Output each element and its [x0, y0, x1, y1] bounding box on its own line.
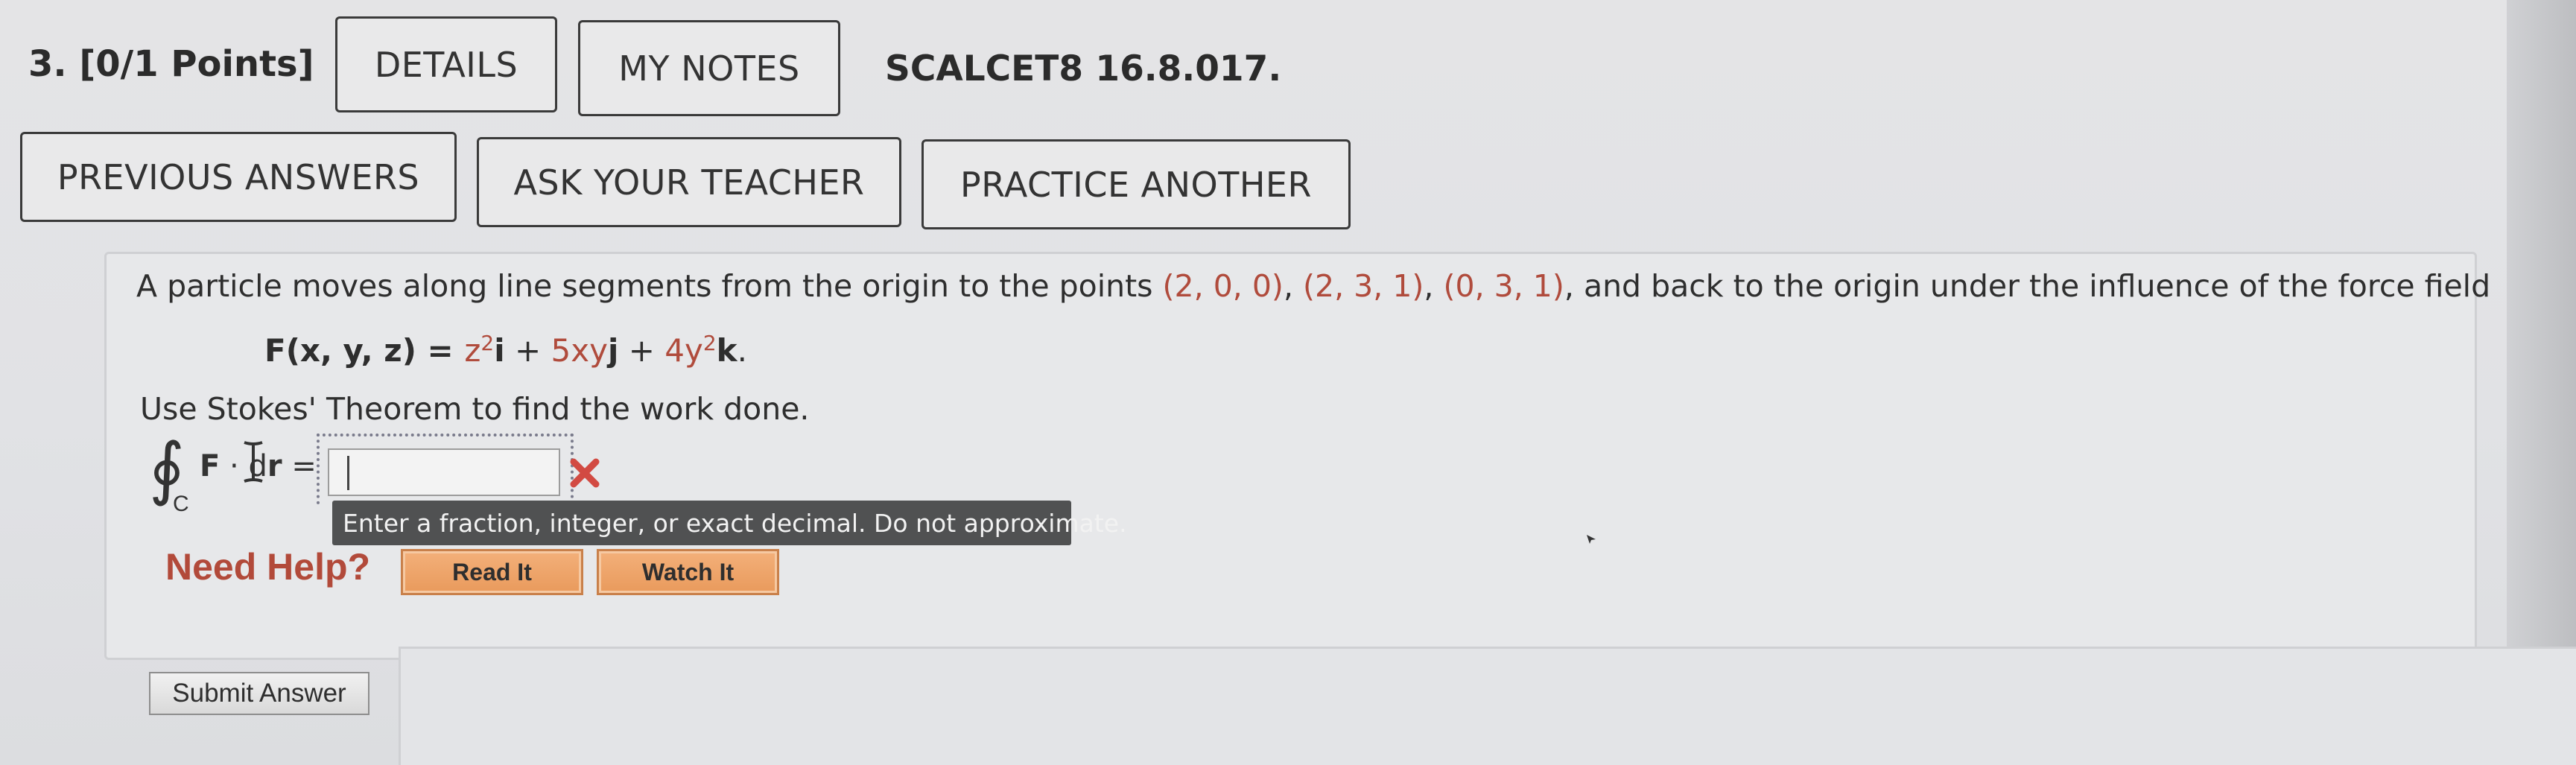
- practice-another-button[interactable]: PRACTICE ANOTHER: [921, 139, 1351, 229]
- formula-lhs: F(x, y, z) =: [264, 332, 465, 369]
- details-button[interactable]: DETAILS: [335, 16, 557, 112]
- previous-answers-button-label: PREVIOUS ANSWERS: [57, 156, 420, 197]
- force-field-formula: F(x, y, z) = z2i + 5xyj + 4y2k.: [264, 331, 747, 369]
- incorrect-x-icon: [570, 458, 600, 488]
- ask-your-teacher-button[interactable]: ASK YOUR TEACHER: [477, 137, 901, 227]
- mouse-pointer-icon: [1587, 535, 1596, 544]
- problem-text-start: A particle moves along line segments fro…: [136, 268, 1163, 304]
- problem-sep-2: ,: [1424, 268, 1444, 304]
- formula-term-3-vector: k: [716, 332, 737, 369]
- answer-input[interactable]: [328, 448, 560, 496]
- need-help-label: Need Help?: [165, 546, 371, 588]
- formula-term-1-vector: i: [494, 332, 505, 369]
- formula-plus-1: +: [504, 332, 551, 369]
- read-it-button[interactable]: Read It: [401, 549, 583, 595]
- integrand-r: r: [267, 449, 282, 483]
- my-notes-button[interactable]: MY NOTES: [578, 20, 840, 116]
- point-3: (0, 3, 1): [1443, 268, 1564, 304]
- ask-your-teacher-button-label: ASK YOUR TEACHER: [513, 162, 865, 203]
- my-notes-button-label: MY NOTES: [618, 48, 800, 89]
- text-caret: [347, 456, 349, 490]
- point-2: (2, 3, 1): [1303, 268, 1424, 304]
- submit-answer-label: Submit Answer: [172, 679, 346, 708]
- details-button-label: DETAILS: [374, 44, 518, 85]
- formula-term-1-exponent: 2: [480, 331, 495, 355]
- formula-term-2-vector: j: [607, 332, 619, 369]
- problem-sep-1: ,: [1283, 268, 1304, 304]
- question-panel-footer: [399, 647, 2576, 765]
- formula-term-3: 4y: [664, 332, 703, 369]
- assignment-reference: SCALCET8 16.8.017.: [885, 48, 1282, 89]
- instruction-text: Use Stokes' Theorem to find the work don…: [140, 391, 810, 427]
- formula-end: .: [737, 332, 747, 369]
- formula-term-3-exponent: 2: [702, 331, 717, 355]
- question-number-points: 3. [0/1 Points]: [28, 43, 314, 85]
- watch-it-button[interactable]: Watch It: [597, 549, 779, 595]
- formula-plus-2: +: [618, 332, 665, 369]
- practice-another-button-label: PRACTICE ANOTHER: [960, 164, 1312, 205]
- previous-answers-button[interactable]: PREVIOUS ANSWERS: [20, 132, 457, 222]
- point-1: (2, 0, 0): [1162, 268, 1284, 304]
- answer-format-tooltip: Enter a fraction, integer, or exact deci…: [332, 501, 1127, 545]
- problem-text-end: , and back to the origin under the influ…: [1564, 268, 2491, 304]
- integrand-equals: =: [282, 449, 317, 483]
- integrand-field: F: [200, 449, 221, 483]
- read-it-label: Read It: [452, 558, 532, 585]
- watch-it-label: Watch It: [641, 558, 735, 585]
- text-cursor-icon: [244, 441, 263, 483]
- submit-answer-button[interactable]: Submit Answer: [149, 672, 369, 715]
- formula-term-1: z: [464, 332, 481, 369]
- formula-term-2: 5xy: [551, 332, 608, 369]
- integral-subscript: C: [173, 492, 189, 516]
- problem-statement: A particle moves along line segments fro…: [136, 268, 2490, 304]
